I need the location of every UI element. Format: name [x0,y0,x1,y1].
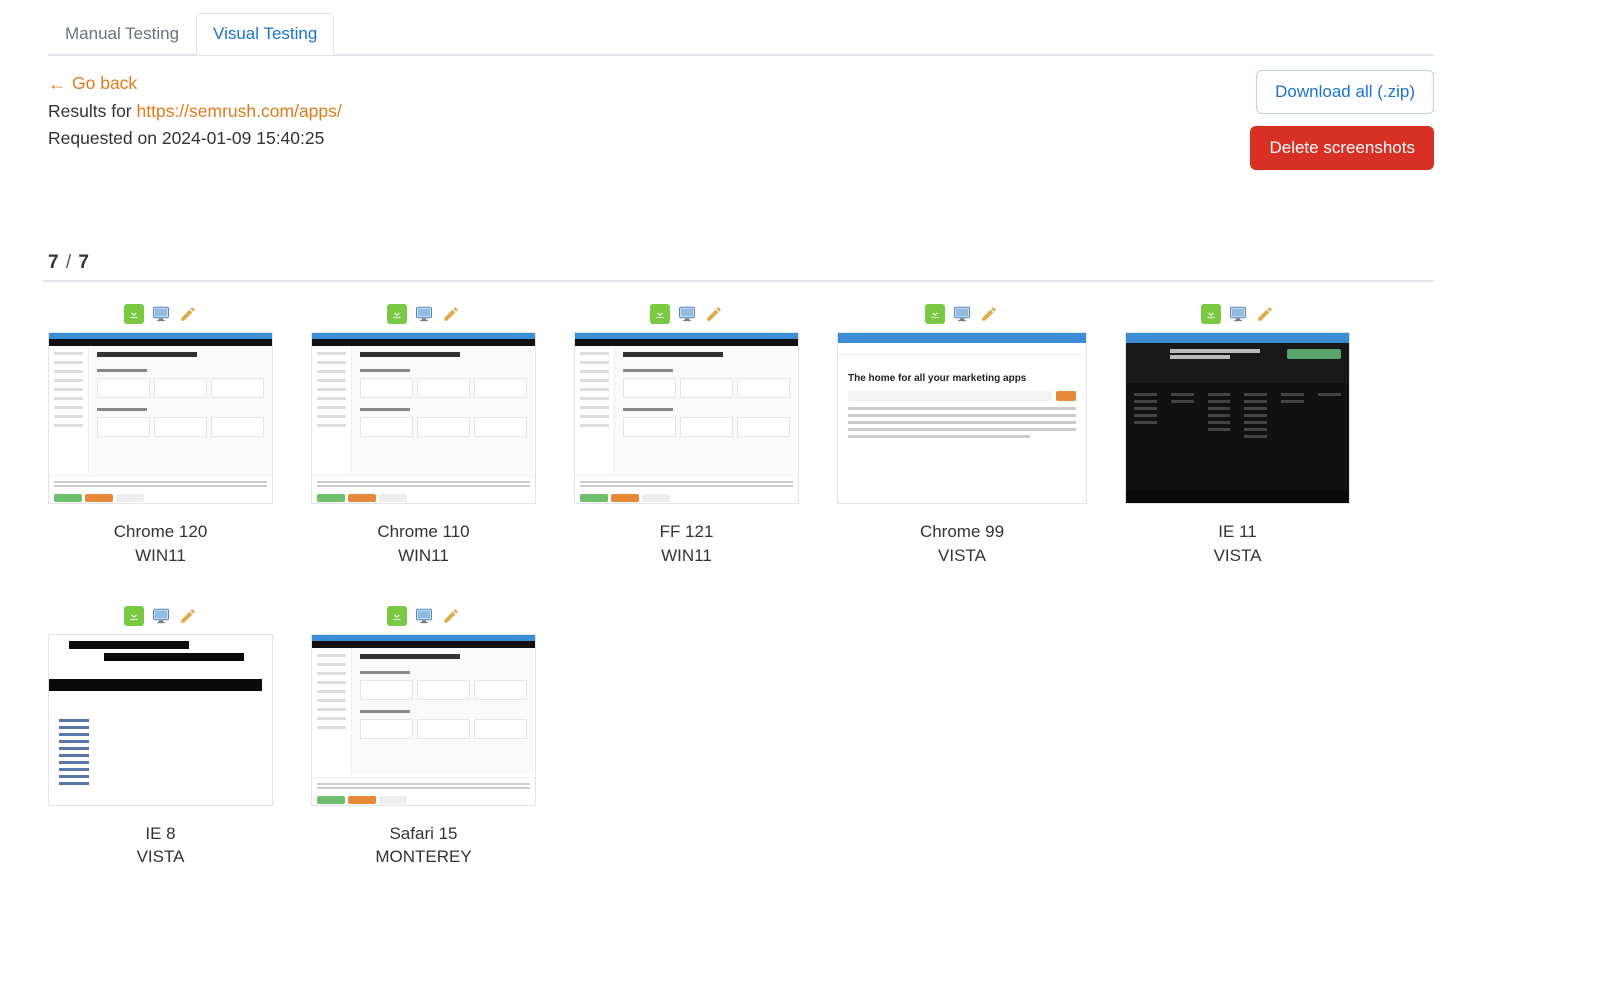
go-back-link[interactable]: ← Go back [48,70,137,97]
monitor-icon[interactable] [952,304,972,324]
result-card: IE 11 VISTA [1125,304,1350,568]
download-icon[interactable] [1201,304,1221,324]
pencil-icon[interactable] [1255,304,1275,324]
result-os-label: WIN11 [135,544,186,568]
pencil-icon[interactable] [704,304,724,324]
screenshot-thumbnail[interactable] [311,332,536,504]
screenshot-thumbnail[interactable] [1125,332,1350,504]
monitor-icon[interactable] [677,304,697,324]
result-card: Chrome 120 WIN11 [48,304,273,568]
go-back-label: Go back [72,70,137,97]
result-os-label: VISTA [938,544,986,568]
results-for-label: Results for [48,101,137,121]
tab-manual-testing[interactable]: Manual Testing [48,13,196,55]
requested-on-value: 2024-01-09 15:40:25 [162,128,325,148]
result-os-label: WIN11 [661,544,712,568]
screenshot-thumbnail[interactable]: The home for all your marketing apps [837,332,1087,504]
pencil-icon[interactable] [979,304,999,324]
results-url[interactable]: https://semrush.com/apps/ [137,101,342,121]
download-icon[interactable] [387,606,407,626]
tab-visual-testing[interactable]: Visual Testing [196,13,334,55]
tabs-bar: Manual Testing Visual Testing [48,12,1434,56]
result-browser-label: Safari 15 [389,822,457,846]
pencil-icon[interactable] [178,606,198,626]
download-all-button[interactable]: Download all (.zip) [1256,70,1434,114]
result-browser-label: IE 8 [145,822,175,846]
result-os-label: VISTA [1214,544,1262,568]
download-icon[interactable] [650,304,670,324]
result-card: Chrome 110 WIN11 [311,304,536,568]
monitor-icon[interactable] [151,304,171,324]
result-os-label: VISTA [137,845,185,869]
screenshot-thumbnail[interactable] [574,332,799,504]
result-os-label: MONTEREY [375,845,471,869]
result-browser-label: Chrome 120 [114,520,208,544]
result-browser-label: IE 11 [1218,520,1256,544]
result-card: IE 8 VISTA [48,606,273,870]
delete-screenshots-button[interactable]: Delete screenshots [1250,126,1434,170]
monitor-icon[interactable] [414,304,434,324]
requested-on-label: Requested on [48,128,162,148]
result-card: Safari 15 MONTEREY [311,606,536,870]
download-icon[interactable] [387,304,407,324]
results-grid: Chrome 120 WIN11 Chrome 110 WIN11 [48,304,1434,869]
progress-counter: 7 / 7 [43,252,1434,282]
monitor-icon[interactable] [151,606,171,626]
counter-done: 7 [48,252,59,273]
counter-total: 7 [78,252,89,273]
monitor-icon[interactable] [1228,304,1248,324]
result-browser-label: Chrome 110 [377,520,469,544]
pencil-icon[interactable] [441,304,461,324]
download-icon[interactable] [124,606,144,626]
arrow-left-icon: ← [48,75,66,93]
pencil-icon[interactable] [441,606,461,626]
result-card: The home for all your marketing apps Chr… [837,304,1087,568]
screenshot-thumbnail[interactable] [48,332,273,504]
result-browser-label: Chrome 99 [920,520,1004,544]
result-browser-label: FF 121 [660,520,714,544]
pencil-icon[interactable] [178,304,198,324]
result-card: FF 121 WIN11 [574,304,799,568]
download-icon[interactable] [925,304,945,324]
screenshot-thumbnail[interactable] [311,634,536,806]
monitor-icon[interactable] [414,606,434,626]
results-header: ← Go back Results for https://semrush.co… [48,56,1434,170]
screenshot-thumbnail[interactable] [48,634,273,806]
result-os-label: WIN11 [398,544,449,568]
download-icon[interactable] [124,304,144,324]
